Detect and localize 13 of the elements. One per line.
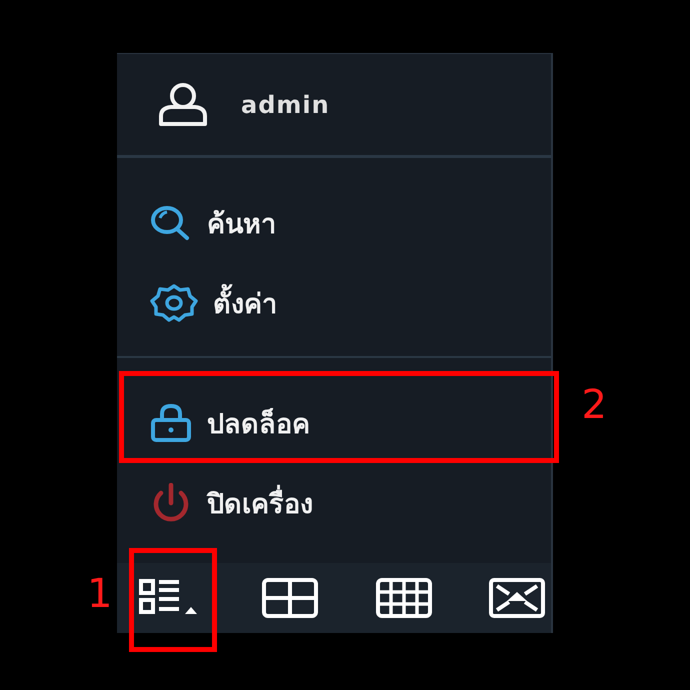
user-icon bbox=[157, 82, 209, 128]
settings-icon bbox=[149, 283, 199, 323]
callout-number: 1 bbox=[87, 574, 112, 614]
fullscreen-icon[interactable] bbox=[488, 578, 545, 618]
menu-item[interactable]: ปลดล็อค bbox=[117, 383, 551, 463]
menu-item[interactable]: ปิดเครื่อง bbox=[117, 463, 551, 543]
menu-item[interactable]: ตั้งค่า bbox=[117, 263, 551, 343]
menu-item[interactable]: ค้นหา bbox=[117, 183, 551, 263]
lock-icon bbox=[149, 403, 193, 443]
callout-number: 2 bbox=[582, 385, 607, 425]
quad-view-icon[interactable] bbox=[262, 578, 318, 618]
grid-view-icon[interactable] bbox=[376, 578, 432, 618]
user-name: admin bbox=[241, 90, 330, 118]
